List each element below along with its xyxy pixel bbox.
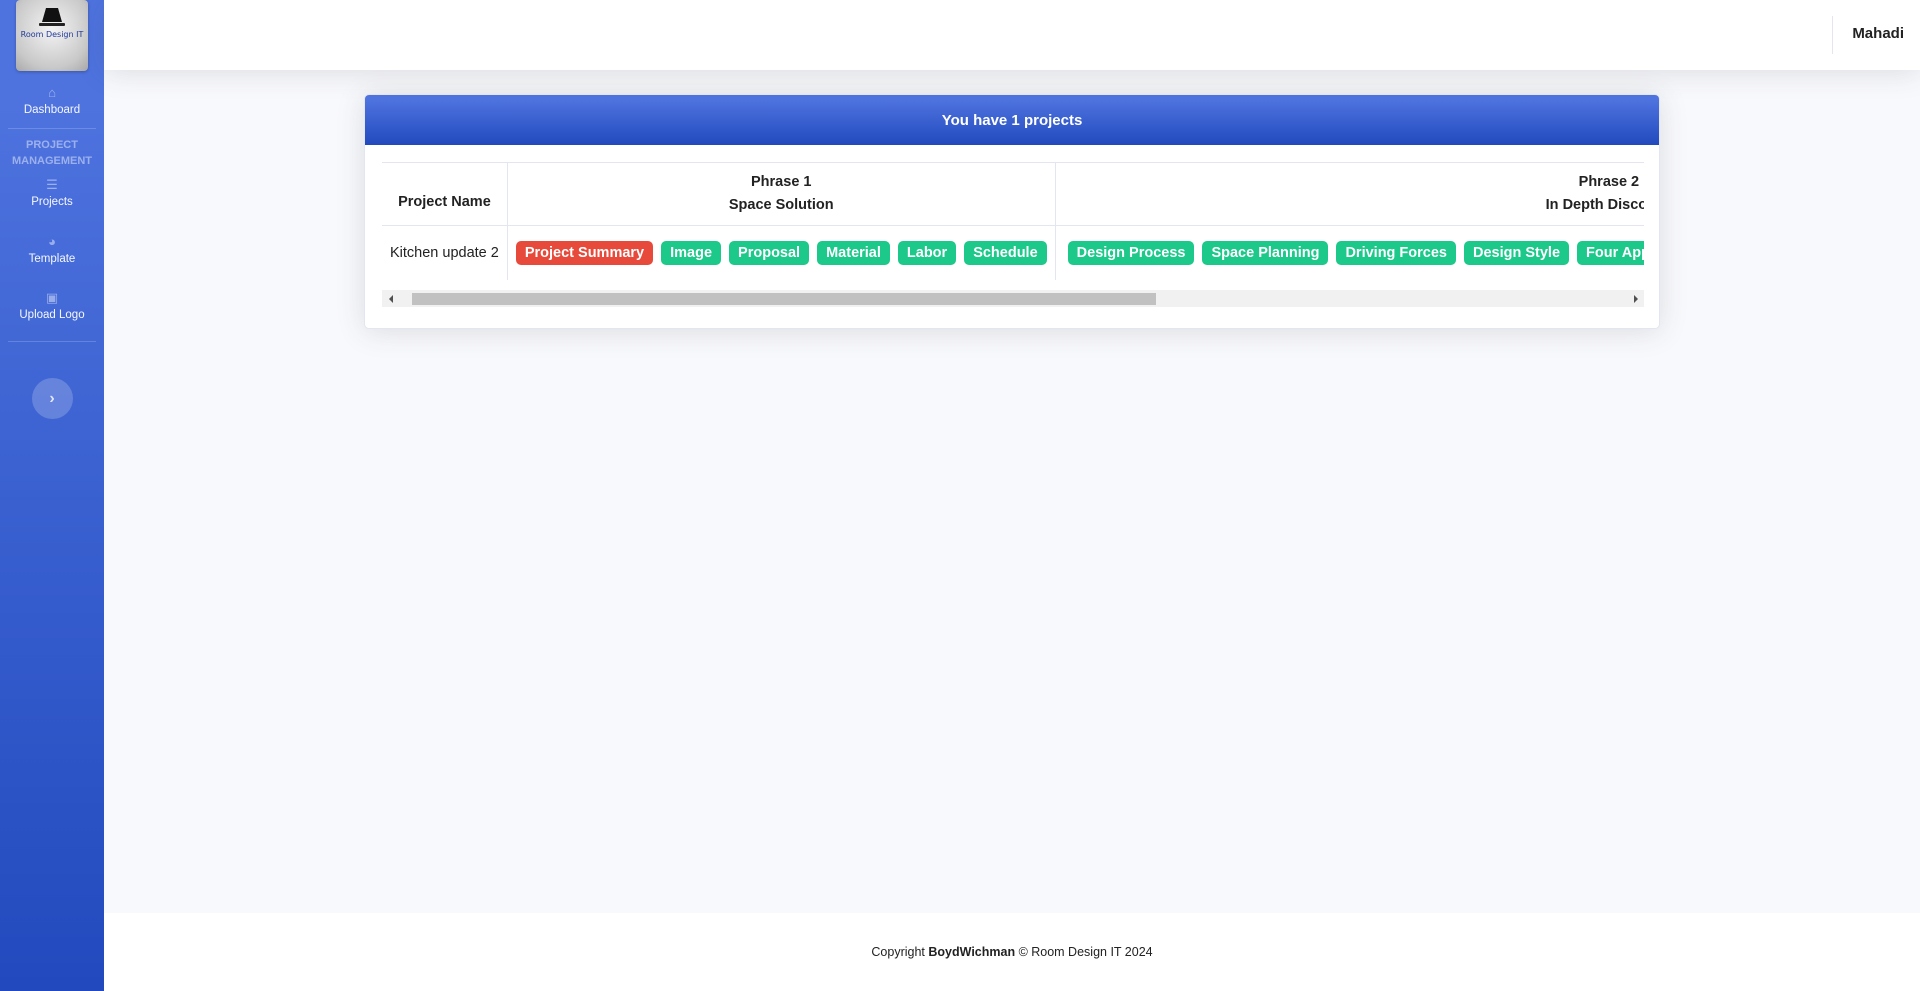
header-project-name: Project Name	[382, 162, 508, 226]
footer-copyright: Copyright BoydWichman © Room Design IT 2…	[871, 945, 1152, 959]
material-button[interactable]: Material	[817, 241, 890, 265]
project-summary-button[interactable]: Project Summary	[515, 241, 654, 265]
proposal-button[interactable]: Proposal	[729, 241, 810, 265]
header-phase-1-title: Phrase 1	[751, 174, 812, 190]
project-name-cell: Kitchen update 2	[382, 225, 508, 280]
space-planning-button[interactable]: Space Planning	[1202, 241, 1329, 265]
chevron-right-icon: ›	[49, 389, 55, 407]
sidebar-item-label: Upload Logo	[19, 309, 85, 321]
scroll-left-icon[interactable]	[382, 290, 399, 307]
sidebar-divider	[8, 341, 96, 342]
phase-1-cell: Project Summary Image Proposal Material …	[507, 225, 1056, 280]
sidebar-heading: PROJECT MANAGEMENT	[11, 139, 93, 167]
projects-card: You have 1 projects Project Name Phrase …	[364, 94, 1660, 329]
sidebar-item-label: Dashboard	[23, 104, 81, 116]
brand-text: Room Design IT	[20, 30, 84, 39]
image-icon: ▣	[45, 290, 59, 305]
footer-prefix: Copyright	[871, 945, 925, 959]
schedule-button[interactable]: Schedule	[964, 241, 1047, 265]
header-phase-2-title: Phrase 2	[1578, 174, 1640, 190]
footer: Copyright BoydWichman © Room Design IT 2…	[104, 913, 1920, 991]
labor-button[interactable]: Labor	[897, 241, 957, 265]
phase-2-cell: Design Process Space Planning Driving Fo…	[1055, 225, 1644, 280]
sidebar-item-projects[interactable]: ☰ Projects	[0, 177, 104, 208]
header-phase-2: Phrase 2 In Depth Discover	[1055, 162, 1644, 226]
design-process-button[interactable]: Design Process	[1067, 241, 1195, 265]
header-phase-2-subtitle: In Depth Discover	[1545, 197, 1644, 213]
image-button[interactable]: Image	[661, 241, 722, 265]
sidebar-item-template[interactable]: ◕ Template	[0, 234, 104, 265]
topbar-divider	[1832, 16, 1833, 54]
four-approach-button[interactable]: Four Approach	[1577, 241, 1644, 265]
sidebar-item-label: Template	[28, 253, 76, 265]
header-phase-1: Phrase 1 Space Solution	[507, 162, 1056, 226]
sidebar-divider	[8, 128, 96, 129]
user-menu[interactable]: Mahadi	[1852, 25, 1904, 42]
driving-forces-button[interactable]: Driving Forces	[1336, 241, 1456, 265]
sidebar-item-upload-logo[interactable]: ▣ Upload Logo	[0, 290, 104, 321]
topbar: Mahadi	[104, 0, 1920, 70]
lamp-base	[39, 23, 65, 26]
footer-author: BoydWichman	[928, 945, 1016, 959]
scroll-right-icon[interactable]	[1627, 290, 1644, 307]
sidebar-item-dashboard[interactable]: ⌂ Dashboard	[0, 85, 104, 116]
lamp-icon	[42, 8, 62, 22]
scrollbar-thumb[interactable]	[412, 293, 1156, 305]
footer-suffix: © Room Design IT 2024	[1018, 945, 1153, 959]
projects-table: Project Name Phrase 1 Space Solution Phr…	[382, 162, 1644, 280]
sidebar-toggle-button[interactable]: ›	[31, 378, 73, 419]
brand-logo[interactable]: Room Design IT	[16, 0, 88, 71]
design-style-button[interactable]: Design Style	[1463, 241, 1570, 265]
sidebar: Room Design IT ⌂ Dashboard PROJECT MANAG…	[0, 0, 104, 991]
card-title: You have 1 projects	[365, 95, 1659, 145]
header-phase-1-subtitle: Space Solution	[728, 197, 834, 213]
list-icon: ☰	[46, 177, 58, 192]
horizontal-scrollbar[interactable]	[382, 290, 1644, 307]
sidebar-item-label: Projects	[31, 196, 73, 208]
gauge-icon: ◕	[48, 234, 56, 249]
projects-table-container[interactable]: Project Name Phrase 1 Space Solution Phr…	[382, 162, 1644, 280]
table-row: Kitchen update 2 Project Summary Image P…	[382, 225, 1644, 280]
home-icon: ⌂	[48, 85, 56, 100]
